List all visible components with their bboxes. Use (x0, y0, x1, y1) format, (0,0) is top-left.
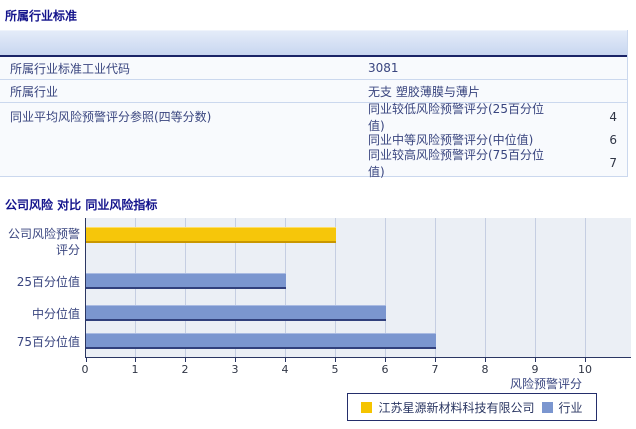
category-label-p25: 25百分位值 (16, 275, 80, 289)
risk-comparison-bar-chart: 公司风险预警 评分 25百分位值 中分位值 75百分位值 风险预警评分 江苏星源… (0, 212, 636, 429)
x-tick-mark (135, 358, 136, 362)
x-tick-label: 10 (578, 363, 592, 376)
bar-industry-3 (86, 333, 436, 349)
subrow-label: 同业较高风险预警评分(75百分位值) (368, 147, 544, 179)
x-tick-label: 2 (181, 363, 189, 376)
legend-item-industry: 行业 (541, 399, 583, 416)
bar-company-0 (86, 227, 336, 243)
subrow-value: 6 (609, 132, 617, 147)
legend-swatch-company (361, 401, 373, 413)
legend-label: 行业 (558, 400, 583, 415)
subrow-value: 7 (609, 155, 617, 170)
legend-item-company: 江苏星源新材料科技有限公司 (361, 399, 535, 416)
x-tick-mark (435, 358, 436, 362)
chart-title: 公司风险 对比 同业风险指标 (5, 198, 158, 212)
bar-industry-2 (86, 305, 386, 321)
bar-industry-1 (86, 273, 286, 289)
group-row-label: 同业平均风险预警评分参照(四等分数) (10, 110, 212, 124)
x-tick-mark (385, 358, 386, 362)
x-tick-mark (86, 358, 87, 362)
row-label: 所属行业标准工业代码 (10, 61, 131, 76)
subrow-low-risk: 同业较低风险预警评分(25百分位值) 4 (368, 102, 627, 133)
x-tick-label: 1 (131, 363, 139, 376)
row-label: 所属行业 (10, 84, 59, 99)
x-tick-label: 6 (381, 363, 389, 376)
x-tick-mark (335, 358, 336, 362)
x-tick-label: 0 (81, 363, 89, 376)
x-tick-mark (185, 358, 186, 362)
x-tick-label: 4 (281, 363, 289, 376)
x-tick-label: 7 (431, 363, 439, 376)
x-tick-label: 8 (481, 363, 489, 376)
table-header-band (0, 30, 627, 57)
subrow-high-risk: 同业较高风险预警评分(75百分位值) 7 (368, 148, 627, 179)
category-label-median: 中分位值 (31, 307, 80, 321)
group-subrows: 同业较低风险预警评分(25百分位值) 4 同业中等风险预警评分(中位值) 6 同… (368, 102, 627, 179)
x-tick-mark (235, 358, 236, 362)
x-tick-label: 3 (231, 363, 239, 376)
row-value: 无支 塑胶薄膜与薄片 (368, 84, 480, 99)
table-row-industry-code: 所属行业标准工业代码 3081 (0, 57, 627, 80)
x-tick-label: 9 (531, 363, 539, 376)
category-label-company-score: 公司风险预警 评分 (7, 227, 80, 257)
gridline (535, 218, 536, 357)
x-tick-label: 5 (331, 363, 339, 376)
gridline (585, 218, 586, 357)
page-title-industry-standard: 所属行业标准 (5, 9, 78, 23)
category-label-p75: 75百分位值 (16, 335, 80, 349)
legend-label: 江苏星源新材料科技有限公司 (378, 400, 535, 415)
plot-area (85, 218, 631, 362)
industry-standard-table: 所属行业标准工业代码 3081 所属行业 无支 塑胶薄膜与薄片 同业平均风险预警… (0, 30, 628, 179)
gridline (485, 218, 486, 357)
x-tick-mark (485, 358, 486, 362)
subrow-value: 4 (609, 109, 617, 124)
subrow-label: 同业较低风险预警评分(25百分位值) (368, 101, 544, 133)
x-axis-label: 风险预警评分 (509, 377, 582, 391)
legend-swatch-industry (541, 401, 553, 413)
table-row-peer-reference: 同业平均风险预警评分参照(四等分数) 同业较低风险预警评分(25百分位值) 4 … (0, 102, 627, 179)
chart-legend: 江苏星源新材料科技有限公司 行业 (347, 393, 597, 421)
x-tick-mark (535, 358, 536, 362)
x-tick-mark (285, 358, 286, 362)
x-tick-mark (585, 358, 586, 362)
row-value: 3081 (368, 61, 399, 75)
